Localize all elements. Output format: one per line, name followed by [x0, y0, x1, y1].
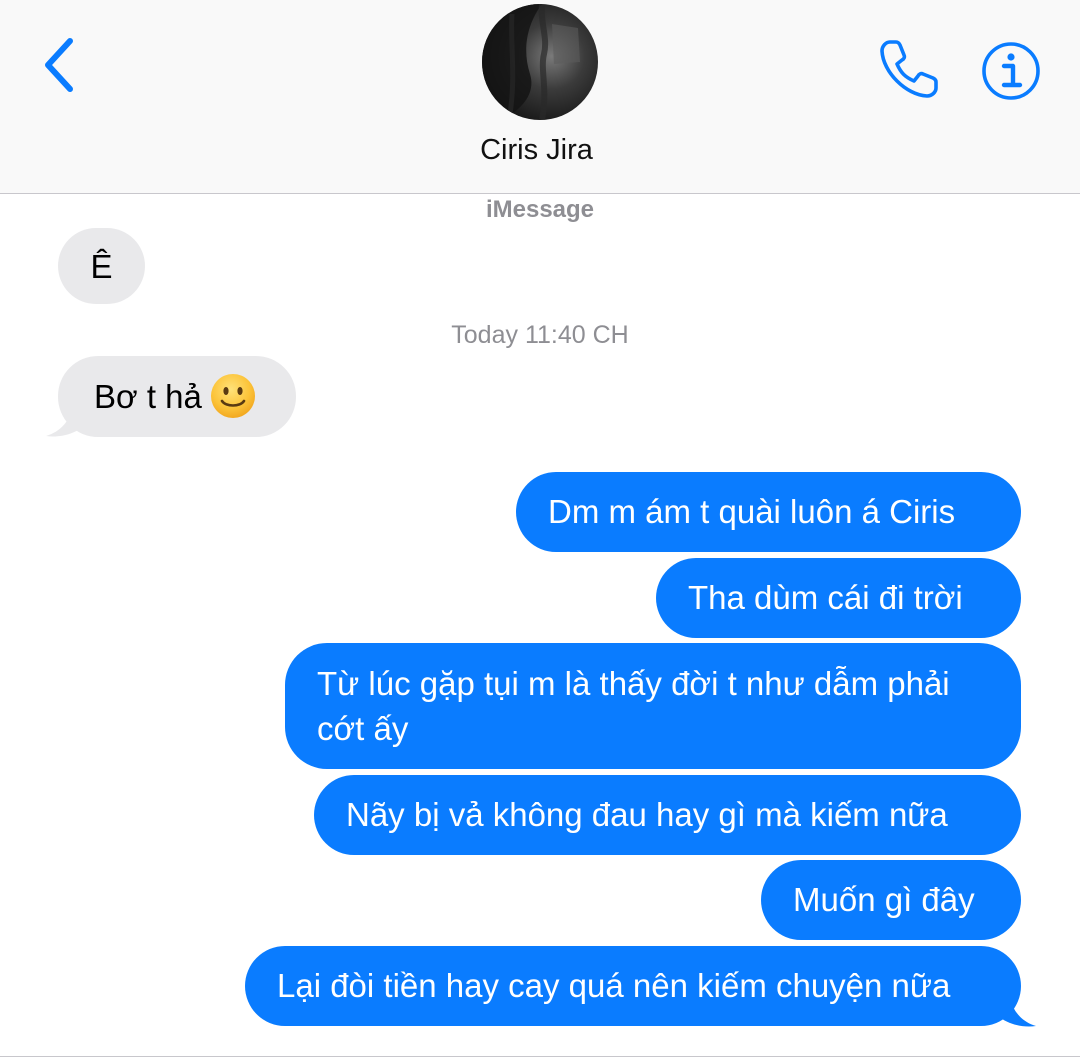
back-button[interactable] — [30, 30, 86, 100]
chevron-left-icon — [45, 38, 73, 92]
service-label: iMessage — [485, 196, 595, 223]
slightly-smiling-face-icon — [210, 374, 255, 419]
outgoing-message[interactable]: Từ lúc gặp tụi m là thấy đời t như dẫm p… — [285, 643, 1021, 769]
message-text: Từ lúc gặp tụi m là thấy đời t như dẫm p… — [317, 665, 950, 747]
message-text: Dm m ám t quài luôn á Ciris — [548, 493, 956, 530]
outgoing-message[interactable]: Nãy bị vả không đau hay gì mà kiếm nữa — [314, 775, 1021, 855]
message-text: Muốn gì đây — [793, 881, 975, 918]
contact-name[interactable]: Ciris Jira — [0, 134, 1073, 167]
outgoing-message[interactable]: Muốn gì đây — [761, 860, 1021, 940]
message-text: Bơ t hả — [94, 378, 202, 415]
incoming-message[interactable]: Bơ t hả — [58, 356, 296, 437]
divider — [0, 1056, 1080, 1057]
outgoing-message[interactable]: Lại đòi tiền hay cay quá nên kiếm chuyện… — [245, 946, 1021, 1026]
message-text: Nãy bị vả không đau hay gì mà kiếm nữa — [346, 796, 948, 833]
info-button[interactable] — [980, 40, 1042, 102]
message-text: Lại đòi tiền hay cay quá nên kiếm chuyện… — [277, 967, 951, 1004]
timestamp: Today 11:40 CH — [451, 321, 629, 349]
info-icon — [982, 42, 1040, 100]
outgoing-message[interactable]: Tha dùm cái đi trời — [656, 558, 1021, 638]
incoming-message[interactable]: Ê — [58, 228, 145, 304]
phone-icon — [880, 40, 938, 98]
message-text: Tha dùm cái đi trời — [688, 579, 963, 616]
messages-screen: Ciris Jira iMessage Ê Today 11:40 CH Bơ … — [0, 0, 1080, 1059]
message-text: Ê — [90, 248, 113, 285]
conversation-header: Ciris Jira — [0, 0, 1080, 194]
call-button[interactable] — [876, 36, 942, 102]
avatar[interactable] — [482, 4, 598, 120]
outgoing-message[interactable]: Dm m ám t quài luôn á Ciris — [516, 472, 1021, 552]
